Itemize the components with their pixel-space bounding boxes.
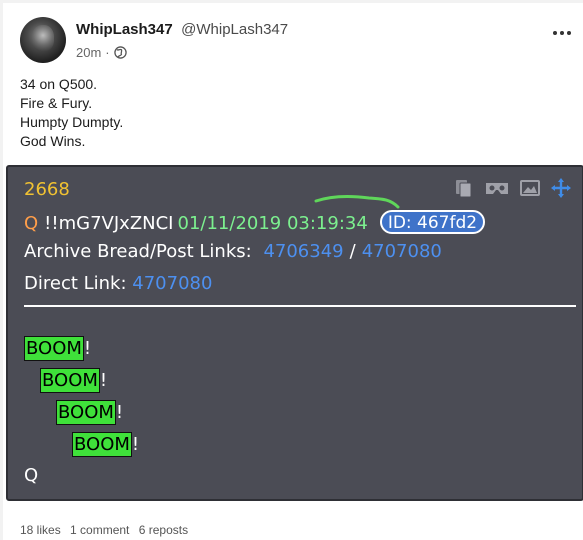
comments-count[interactable]: 1 comment [70, 523, 129, 537]
move-icon[interactable] [550, 177, 572, 199]
post-line: God Wins. [20, 133, 86, 149]
direct-link-label: Direct Link: [24, 273, 127, 294]
boom-word: BOOM [24, 336, 84, 361]
direct-link: 4707080 [132, 273, 213, 294]
q-letter: Q [24, 213, 39, 234]
post-line: Humpty Dumpty. [20, 114, 124, 130]
boom-punct: ! [131, 434, 140, 455]
author-row: WhipLash347 @WhipLash347 [76, 21, 288, 39]
divider [24, 305, 576, 307]
boom-line: BOOM! [40, 368, 107, 393]
archive-link-post: 4707080 [361, 241, 442, 262]
likes-count[interactable]: 18 likes [20, 523, 61, 537]
boom-line: BOOM! [72, 432, 139, 457]
boom-punct: ! [115, 402, 124, 423]
engagement-stats: 18 likes 1 comment 6 reposts [20, 523, 194, 537]
author-handle[interactable]: @WhipLash347 [181, 21, 288, 38]
archive-link-bread: 4706349 [263, 241, 344, 262]
image-icon[interactable] [519, 177, 541, 199]
more-dot [560, 31, 564, 35]
id-badge: ID: 467fd2 [379, 210, 486, 234]
post-header: WhipLash347 @WhipLash347 20m · [20, 17, 580, 65]
post-time[interactable]: 20m [76, 45, 101, 60]
boom-line: BOOM! [24, 336, 91, 361]
more-dot [567, 31, 571, 35]
boom-punct: ! [99, 370, 108, 391]
archive-link-separator: / [349, 241, 356, 262]
avatar[interactable] [20, 17, 66, 63]
boom-punct: ! [83, 338, 92, 359]
post-text: 34 on Q500. Fire & Fury. Humpty Dumpty. … [20, 75, 123, 151]
post-card: WhipLash347 @WhipLash347 20m · 34 on Q50… [3, 3, 583, 540]
globe-icon [113, 46, 127, 59]
post-meta: 20m · [76, 45, 127, 60]
boom-word: BOOM [56, 400, 116, 425]
image-toolbar [453, 177, 572, 199]
post-line: Fire & Fury. [20, 95, 93, 111]
copy-icon[interactable] [453, 177, 475, 199]
q-signature: Q [24, 465, 39, 486]
more-options-button[interactable] [550, 27, 574, 39]
more-dot [553, 31, 557, 35]
q-post-header-line: Q !!mG7VJxZNCI 01/11/2019 03:19:34 ID: 467f… [24, 210, 486, 234]
archive-label: Archive Bread/Post Links: [24, 241, 252, 262]
q-post-number: 2668 [24, 179, 70, 200]
reposts-count[interactable]: 6 reposts [139, 523, 188, 537]
meta-separator: · [105, 45, 110, 60]
boom-word: BOOM [40, 368, 100, 393]
archive-links-line: Archive Bread/Post Links: 4706349/470708… [24, 241, 442, 262]
post-line: 34 on Q500. [20, 76, 98, 92]
embedded-image-q-post[interactable]: 2668 Q !!mG7VJxZNCI 01/11/2019 03:19:34 … [6, 165, 583, 501]
boom-word: BOOM [72, 432, 132, 457]
vr-icon[interactable] [484, 177, 510, 199]
author-display-name[interactable]: WhipLash347 [76, 21, 173, 38]
direct-link-line: Direct Link: 4707080 [24, 273, 212, 294]
boom-line: BOOM! [56, 400, 123, 425]
tripcode: !!mG7VJxZNCI [44, 213, 174, 234]
q-post-timestamp: 01/11/2019 03:19:34 [177, 213, 368, 234]
